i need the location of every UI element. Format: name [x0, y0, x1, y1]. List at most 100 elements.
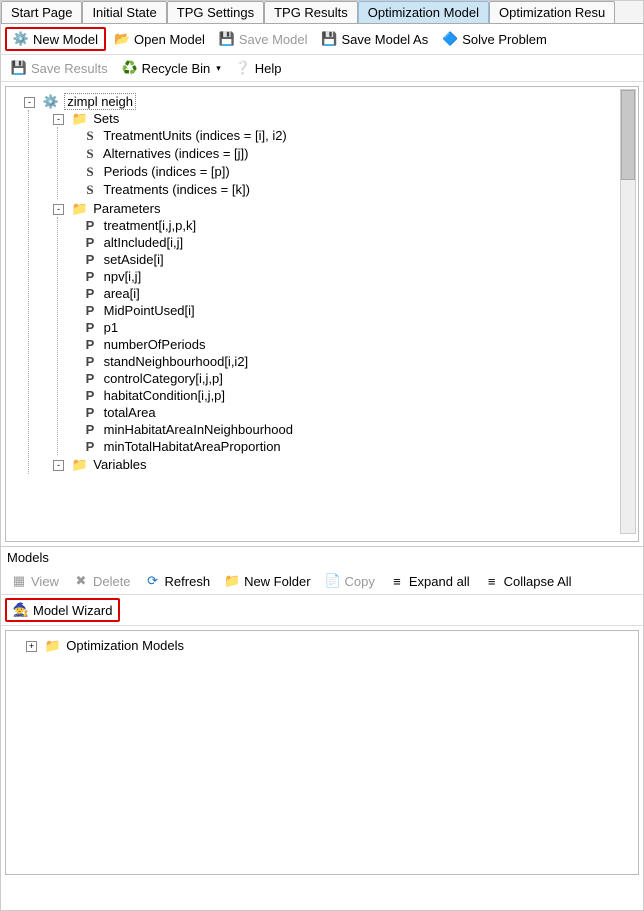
tab-optimization-model[interactable]: Optimization Model — [358, 1, 489, 23]
tree-toggle[interactable]: - — [53, 460, 64, 471]
parameter-icon: P — [82, 371, 98, 386]
models-tree-pane: + 📁 Optimization Models — [5, 630, 639, 875]
tree-toggle[interactable]: - — [53, 114, 64, 125]
copy-icon: 📄 — [325, 573, 341, 589]
solve-problem-label: Solve Problem — [462, 32, 547, 47]
tree-item[interactable]: S Periods (indices = [p]) — [82, 163, 638, 181]
parameter-icon: P — [82, 337, 98, 352]
new-model-label: New Model — [33, 32, 98, 47]
parameter-icon: P — [82, 320, 98, 335]
tab-tpg-settings[interactable]: TPG Settings — [167, 1, 264, 23]
tree-item[interactable]: P MidPointUsed[i] — [82, 302, 638, 319]
models-toolbar-1: ▦ View ✖ Delete ⟳ Refresh 📁 New Folder 📄… — [1, 568, 643, 595]
view-label: View — [31, 574, 59, 589]
tree-item[interactable]: P altIncluded[i,j] — [82, 234, 638, 251]
solve-problem-button[interactable]: 🔷 Solve Problem — [436, 29, 553, 49]
models-title: Models — [7, 550, 49, 565]
parameter-icon: P — [82, 354, 98, 369]
open-folder-icon: 📂 — [114, 31, 130, 47]
tab-strip: Start Page Initial State TPG Settings TP… — [1, 1, 643, 24]
recycle-bin-button[interactable]: ♻️ Recycle Bin ▾ — [116, 58, 227, 78]
tree-toggle[interactable]: - — [53, 204, 64, 215]
tree-item[interactable]: P numberOfPeriods — [82, 336, 638, 353]
delete-button: ✖ Delete — [67, 571, 137, 591]
parameter-icon: P — [82, 252, 98, 267]
help-button[interactable]: ❔ Help — [229, 58, 288, 78]
params-list: P treatment[i,j,p,k]P altIncluded[i,j]P … — [57, 217, 638, 455]
sets-folder-label[interactable]: Sets — [93, 111, 119, 126]
help-icon: ❔ — [235, 60, 251, 76]
folder-icon: 📁 — [72, 201, 88, 217]
tree-root-label[interactable]: zimpl neigh — [64, 93, 136, 110]
parameter-icon: P — [82, 269, 98, 284]
tree-item[interactable]: P controlCategory[i,j,p] — [82, 370, 638, 387]
folder-icon: 📁 — [224, 573, 240, 589]
help-label: Help — [255, 61, 282, 76]
tab-start-page[interactable]: Start Page — [1, 1, 82, 23]
folder-icon: 📁 — [72, 457, 88, 473]
tree-item[interactable]: S Treatments (indices = [k]) — [82, 181, 638, 199]
save-results-label: Save Results — [31, 61, 108, 76]
parameter-icon: P — [82, 286, 98, 301]
copy-label: Copy — [345, 574, 375, 589]
copy-button: 📄 Copy — [319, 571, 381, 591]
wizard-icon: 🧙 — [13, 602, 29, 618]
collapse-icon: ≡ — [484, 573, 500, 589]
view-button: ▦ View — [5, 571, 65, 591]
chevron-down-icon[interactable]: ▾ — [214, 63, 221, 74]
tree-item[interactable]: P totalArea — [82, 404, 638, 421]
vertical-scrollbar[interactable] — [620, 89, 636, 534]
tree-toggle[interactable]: + — [26, 641, 37, 652]
set-icon: S — [82, 128, 98, 144]
tree-toggle[interactable]: - — [24, 97, 35, 108]
toolbar-row-1: ⚙️ New Model 📂 Open Model 💾 Save Model 💾… — [1, 24, 643, 55]
new-folder-button[interactable]: 📁 New Folder — [218, 571, 316, 591]
tree-item[interactable]: S TreatmentUnits (indices = [i], i2) — [82, 127, 638, 145]
new-model-button[interactable]: ⚙️ New Model — [5, 27, 106, 51]
parameter-icon: P — [82, 439, 98, 454]
tree-item[interactable]: P habitatCondition[i,j,p] — [82, 387, 638, 404]
collapse-all-button[interactable]: ≡ Collapse All — [478, 571, 578, 591]
tree-item[interactable]: P standNeighbourhood[i,i2] — [82, 353, 638, 370]
save-results-button: 💾 Save Results — [5, 58, 114, 78]
tree-item[interactable]: P minTotalHabitatAreaProportion — [82, 438, 638, 455]
tree-item[interactable]: P minHabitatAreaInNeighbourhood — [82, 421, 638, 438]
folder-icon: 📁 — [45, 638, 61, 654]
model-wizard-button[interactable]: 🧙 Model Wizard — [5, 598, 120, 622]
tree-item[interactable]: P npv[i,j] — [82, 268, 638, 285]
tree-item[interactable]: P p1 — [82, 319, 638, 336]
variables-folder-label[interactable]: Variables — [93, 457, 146, 472]
set-icon: S — [82, 182, 98, 198]
expand-label: Expand all — [409, 574, 470, 589]
tree-item[interactable]: P area[i] — [82, 285, 638, 302]
gear-icon: ⚙️ — [13, 31, 29, 47]
tab-initial-state[interactable]: Initial State — [82, 1, 166, 23]
parameter-icon: P — [82, 422, 98, 437]
tab-optimization-results[interactable]: Optimization Resu — [489, 1, 615, 23]
parameter-icon: P — [82, 388, 98, 403]
scrollbar-thumb[interactable] — [621, 90, 635, 180]
save-model-as-button[interactable]: 💾 Save Model As — [316, 29, 435, 49]
parameter-icon: P — [82, 405, 98, 420]
parameter-icon: P — [82, 218, 98, 233]
tree-item[interactable]: S Alternatives (indices = [j]) — [82, 145, 638, 163]
refresh-button[interactable]: ⟳ Refresh — [139, 571, 217, 591]
save-model-button: 💾 Save Model — [213, 29, 314, 49]
tab-tpg-results[interactable]: TPG Results — [264, 1, 358, 23]
refresh-label: Refresh — [165, 574, 211, 589]
refresh-icon: ⟳ — [145, 573, 161, 589]
tree-item[interactable]: P setAside[i] — [82, 251, 638, 268]
collapse-label: Collapse All — [504, 574, 572, 589]
save-model-label: Save Model — [239, 32, 308, 47]
open-model-label: Open Model — [134, 32, 205, 47]
parameter-icon: P — [82, 235, 98, 250]
parameters-folder-label[interactable]: Parameters — [93, 201, 160, 216]
open-model-button[interactable]: 📂 Open Model — [108, 29, 211, 49]
expand-all-button[interactable]: ≡ Expand all — [383, 571, 476, 591]
set-icon: S — [82, 164, 98, 180]
tree-item[interactable]: P treatment[i,j,p,k] — [82, 217, 638, 234]
optimization-models-node[interactable]: Optimization Models — [66, 638, 184, 653]
model-tree-pane: - ⚙️ zimpl neigh - 📁 Sets S TreatmentUni… — [5, 86, 639, 542]
expand-icon: ≡ — [389, 573, 405, 589]
recycle-bin-label: Recycle Bin — [142, 61, 211, 76]
